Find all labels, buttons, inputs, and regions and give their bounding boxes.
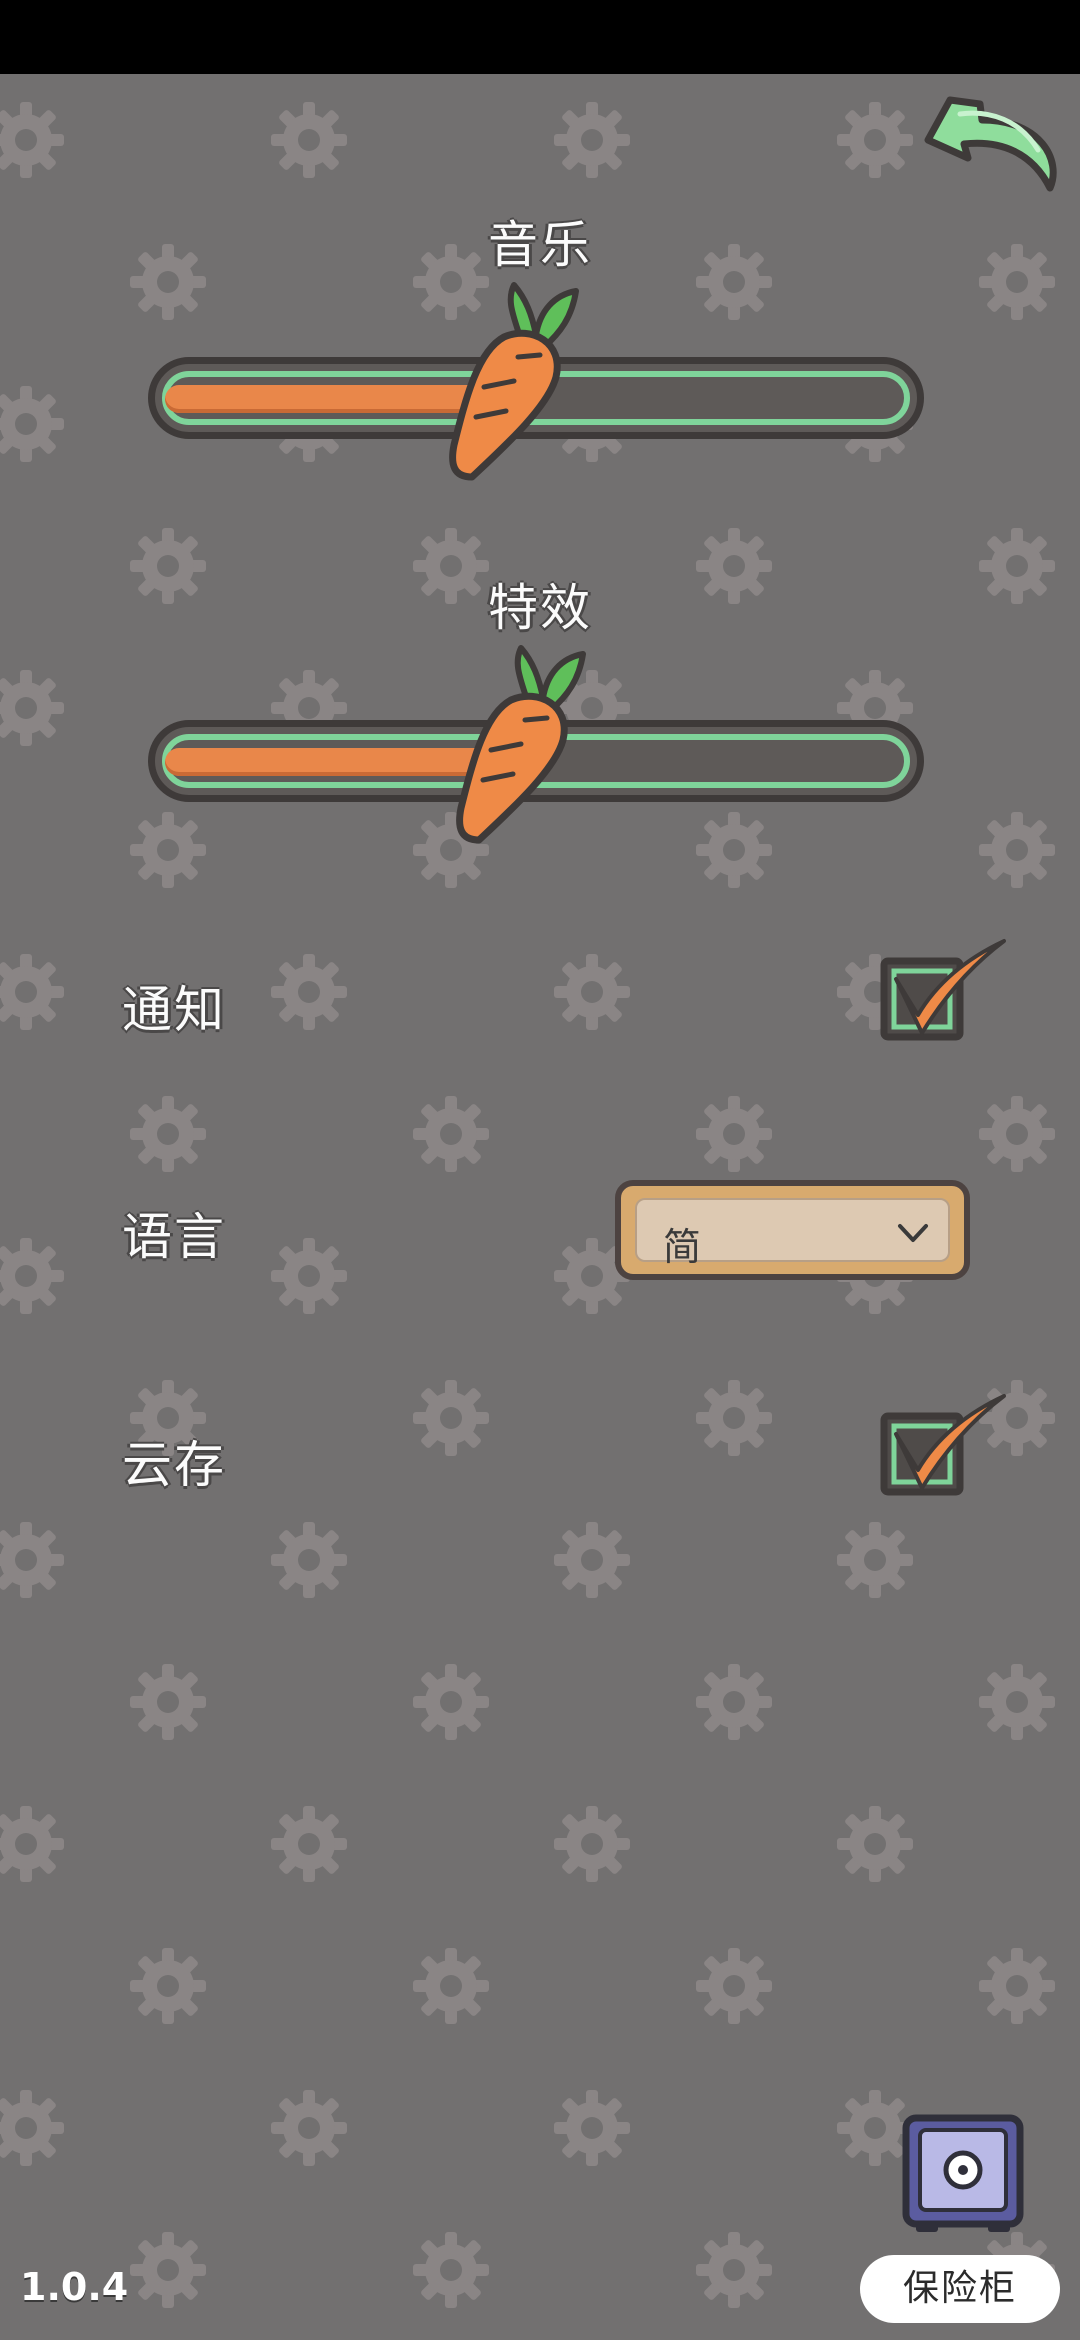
gear-icon <box>552 952 632 1032</box>
cloud-save-label: 云存 <box>122 1436 226 1494</box>
gear-icon <box>552 100 632 180</box>
version-label: 1.0.4 <box>20 2265 129 2309</box>
gear-icon <box>694 1378 774 1458</box>
language-label: 语言 <box>122 1208 226 1266</box>
gear-icon <box>0 1520 66 1600</box>
gear-icon <box>977 810 1057 890</box>
gear-icon <box>694 1946 774 2026</box>
gear-icon <box>552 1804 632 1884</box>
gear-icon <box>0 100 66 180</box>
gear-icon <box>0 2088 66 2168</box>
safe-icon[interactable] <box>898 2110 1028 2238</box>
gear-icon <box>835 100 915 180</box>
back-arrow-icon[interactable] <box>920 90 1070 205</box>
gear-icon <box>977 1662 1057 1742</box>
gear-icon <box>0 384 66 464</box>
gear-icon <box>411 1946 491 2026</box>
gear-icon <box>0 668 66 748</box>
effects-label: 特效 <box>488 579 592 637</box>
carrot-icon[interactable] <box>451 640 591 850</box>
notification-label: 通知 <box>122 981 226 1039</box>
gear-icon <box>977 1946 1057 2026</box>
effects-slider[interactable] <box>148 645 928 844</box>
gear-icon <box>0 1804 66 1884</box>
gear-icon <box>977 1094 1057 1174</box>
gear-icon <box>269 1520 349 1600</box>
gear-icon <box>0 1236 66 1316</box>
cloud-save-checkbox[interactable] <box>878 1390 1008 1500</box>
gear-icon <box>694 1662 774 1742</box>
music-slider[interactable] <box>148 282 928 481</box>
music-label: 音乐 <box>488 216 592 274</box>
gear-icon <box>128 1662 208 1742</box>
gear-icon <box>411 2230 491 2310</box>
carrot-icon[interactable] <box>444 277 584 487</box>
gear-icon <box>835 1804 915 1884</box>
gear-icon <box>269 100 349 180</box>
gear-icon <box>0 952 66 1032</box>
gear-icon <box>411 1378 491 1458</box>
language-dropdown[interactable]: 简 <box>615 1180 970 1280</box>
gear-icon <box>694 2230 774 2310</box>
gear-icon <box>269 1236 349 1316</box>
status-bar <box>0 0 1080 74</box>
language-value: 简 <box>663 1225 702 1269</box>
gear-icon <box>835 1520 915 1600</box>
gear-icon <box>269 2088 349 2168</box>
gear-icon <box>552 1520 632 1600</box>
gear-icon <box>552 2088 632 2168</box>
notification-checkbox[interactable] <box>878 935 1008 1045</box>
gear-icon <box>269 1804 349 1884</box>
gear-icon <box>128 810 208 890</box>
gear-icon <box>411 1662 491 1742</box>
gear-icon <box>694 810 774 890</box>
gear-icon <box>694 1094 774 1174</box>
gear-icon <box>411 1094 491 1174</box>
gear-icon <box>128 1094 208 1174</box>
gear-icon <box>128 1946 208 2026</box>
chevron-down-icon <box>898 1224 928 1242</box>
safe-button[interactable]: 保险柜 <box>860 2255 1060 2323</box>
gear-icon <box>128 2230 208 2310</box>
gear-icon <box>269 952 349 1032</box>
